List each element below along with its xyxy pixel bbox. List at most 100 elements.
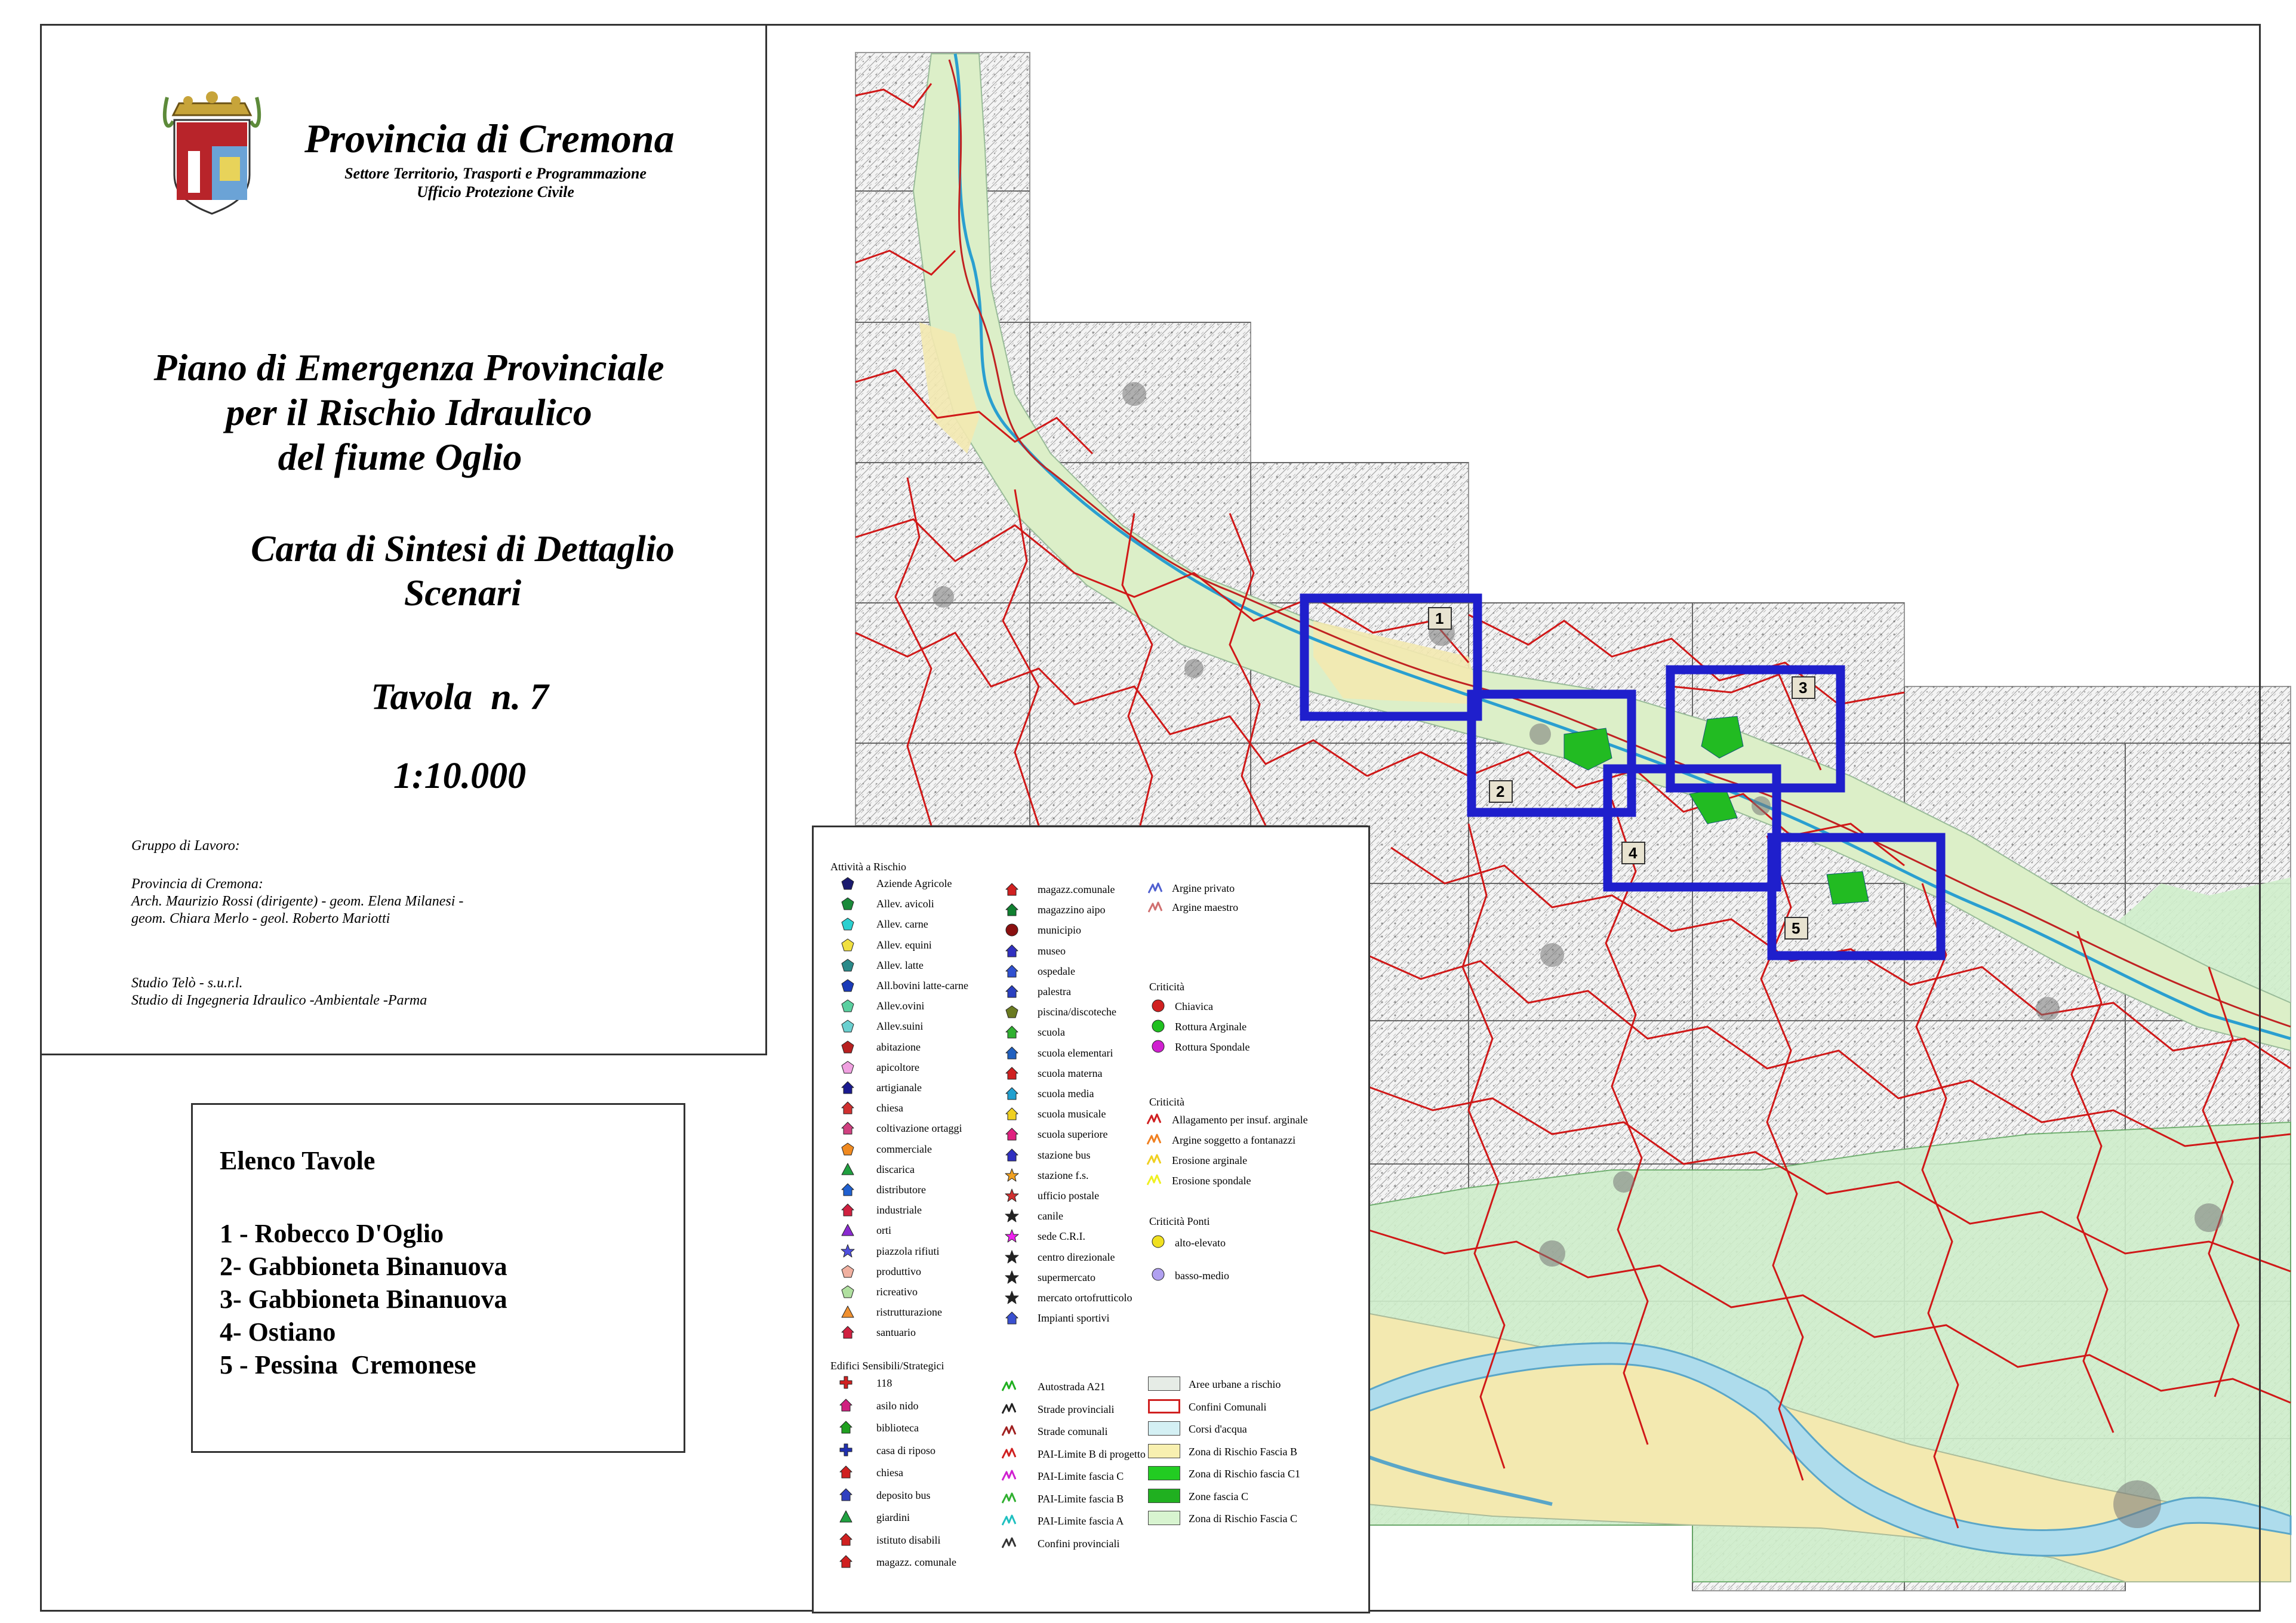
legend-activity-icon	[841, 1326, 854, 1339]
legend-label: piazzola rifiuti	[876, 1245, 940, 1257]
legend-building-icon	[1005, 1229, 1019, 1243]
legend-label: scuola superiore	[1038, 1128, 1108, 1141]
legend-label: basso-medio	[1175, 1270, 1229, 1282]
criticality-point-icon	[1152, 999, 1165, 1012]
plan-title: Piano di Emergenza Provinciale per il Ri…	[107, 345, 710, 479]
legend-label: istituto disabili	[876, 1533, 941, 1546]
line-type-icon	[1002, 1380, 1016, 1391]
legend-label: Rottura Arginale	[1175, 1021, 1247, 1033]
legend-label: stazione f.s.	[1038, 1169, 1089, 1181]
area-type-swatch	[1148, 1421, 1180, 1436]
legend-activity-icon	[841, 877, 854, 890]
legend-building-icon	[1005, 923, 1018, 937]
legend-label: casa di riposo	[876, 1444, 935, 1456]
sheet-list-title: Elenco Tavole	[220, 1146, 376, 1175]
legend-building-icon	[1005, 1209, 1019, 1222]
credits-people-1: Arch. Maurizio Rossi (dirigente) - geom.…	[131, 894, 464, 909]
legend-activity-icon	[841, 1142, 854, 1156]
legend-label: PAI-Limite fascia C	[1038, 1470, 1124, 1482]
legend-label: PAI-Limite fascia A	[1038, 1515, 1124, 1527]
area-type-swatch	[1148, 1488, 1180, 1503]
legend-label: abitazione	[876, 1040, 921, 1053]
legend-label: chiesa	[876, 1467, 903, 1479]
legend-building-icon	[1005, 1291, 1019, 1304]
legend-label: commerciale	[876, 1142, 932, 1155]
legend-label: PAI-Limite B di progetto	[1038, 1448, 1146, 1460]
legend-label: Aree urbane a rischio	[1189, 1378, 1281, 1390]
legend-label: centro direzionale	[1038, 1251, 1115, 1263]
credits-studio-desc: Studio di Ingegneria Idraulico -Ambienta…	[131, 993, 427, 1008]
legend-activity-icon	[841, 1101, 854, 1114]
area-type-swatch	[1148, 1466, 1180, 1480]
area-type-swatch	[1148, 1399, 1180, 1413]
legend-activity-icon	[841, 959, 854, 972]
office-name: Settore Territorio, Trasporti e Programm…	[304, 164, 687, 201]
sheet-list-item[interactable]: 1 - Robecco D'Oglio	[220, 1218, 444, 1249]
legend-activity-icon	[841, 1183, 854, 1196]
legend-label: stazione bus	[1038, 1148, 1091, 1161]
legend-building-icon	[1005, 1107, 1018, 1120]
plan-title-line-2: per il Rischio Idraulico	[226, 391, 592, 433]
legend-building-icon	[1005, 1250, 1019, 1264]
legend-label: Corsi d'acqua	[1189, 1423, 1247, 1435]
legend-building-icon	[1005, 1188, 1019, 1202]
sheet-list-item[interactable]: 3- Gabbioneta Binanuova	[220, 1284, 507, 1314]
credits-group-label: Gruppo di Lavoro:	[131, 838, 240, 854]
legend-label: scuola media	[1038, 1088, 1094, 1100]
argine-master-icon	[1148, 901, 1162, 913]
legend-building-icon	[1005, 1067, 1018, 1080]
legend-label: Allagamento per insuf. arginale	[1172, 1114, 1308, 1126]
legend-heading: Criticità Ponti	[1149, 1215, 1210, 1227]
legend-label: alto-elevato	[1175, 1237, 1226, 1249]
legend-activity-icon	[841, 1020, 854, 1033]
legend-label: Chiavica	[1175, 1000, 1213, 1012]
legend-building-icon	[1005, 1148, 1018, 1162]
legend-label: Zona di Rischio fascia C1	[1189, 1468, 1300, 1480]
line-type-icon	[1002, 1403, 1016, 1414]
legend-building-icon	[1005, 965, 1018, 978]
legend-label: Argine maestro	[1172, 901, 1239, 913]
sensitive-building-icon	[839, 1533, 852, 1545]
sensitive-building-icon	[839, 1510, 852, 1523]
legend-label: ristrutturazione	[876, 1306, 942, 1319]
legend-building-icon	[1005, 1046, 1018, 1060]
sensitive-building-icon	[839, 1376, 852, 1389]
line-type-icon	[1002, 1470, 1016, 1481]
legend-building-icon	[1005, 1087, 1018, 1100]
line-type-icon	[1002, 1448, 1016, 1459]
legend-label: Confini Comunali	[1189, 1400, 1267, 1413]
sheet-list-item[interactable]: 5 - Pessina Cremonese	[220, 1350, 476, 1380]
map-subtitle: Carta di Sintesi di Dettaglio Scenari	[221, 527, 704, 615]
map-subtitle-line-1: Carta di Sintesi di Dettaglio	[251, 529, 675, 569]
province-crest-icon	[162, 91, 261, 215]
sheet-list-item[interactable]: 4- Ostiano	[220, 1317, 336, 1347]
line-type-icon	[1002, 1514, 1016, 1526]
legend-label: distributore	[876, 1184, 926, 1196]
credits-people-2: geom. Chiara Merlo - geol. Roberto Mario…	[131, 911, 390, 926]
legend-label: municipio	[1038, 924, 1081, 937]
legend-activity-icon	[841, 999, 854, 1012]
plan-title-line-3: del fiume Oglio	[278, 436, 522, 478]
legend-activity-icon	[841, 1265, 854, 1278]
sheet-list-item[interactable]: 2- Gabbioneta Binanuova	[220, 1251, 507, 1282]
legend-label: Argine soggetto a fontanazzi	[1172, 1134, 1296, 1146]
legend-label: piscina/discoteche	[1038, 1006, 1116, 1018]
bridge-high-icon	[1152, 1235, 1165, 1248]
legend-label: giardini	[876, 1511, 910, 1523]
sensitive-building-icon	[839, 1555, 852, 1568]
legend-label: Aziende Agricole	[876, 877, 952, 889]
legend-label: Argine privato	[1172, 882, 1235, 894]
legend-heading: Criticità	[1149, 1096, 1184, 1108]
area-type-swatch	[1148, 1511, 1180, 1525]
legend-activity-icon	[841, 938, 854, 951]
criticality-line-icon	[1147, 1154, 1161, 1165]
legend-building-icon	[1005, 1025, 1018, 1039]
legend-label: Erosione spondale	[1172, 1175, 1251, 1187]
province-name: Provincia di Cremona	[304, 116, 675, 161]
legend-label: museo	[1038, 944, 1066, 957]
legend-label: Allev.suini	[876, 1020, 924, 1033]
legend-label: produttivo	[876, 1265, 921, 1277]
legend-building-icon	[1005, 1128, 1018, 1141]
legend-label: mercato ortofrutticolo	[1038, 1292, 1132, 1304]
legend-activity-icon	[841, 979, 854, 992]
